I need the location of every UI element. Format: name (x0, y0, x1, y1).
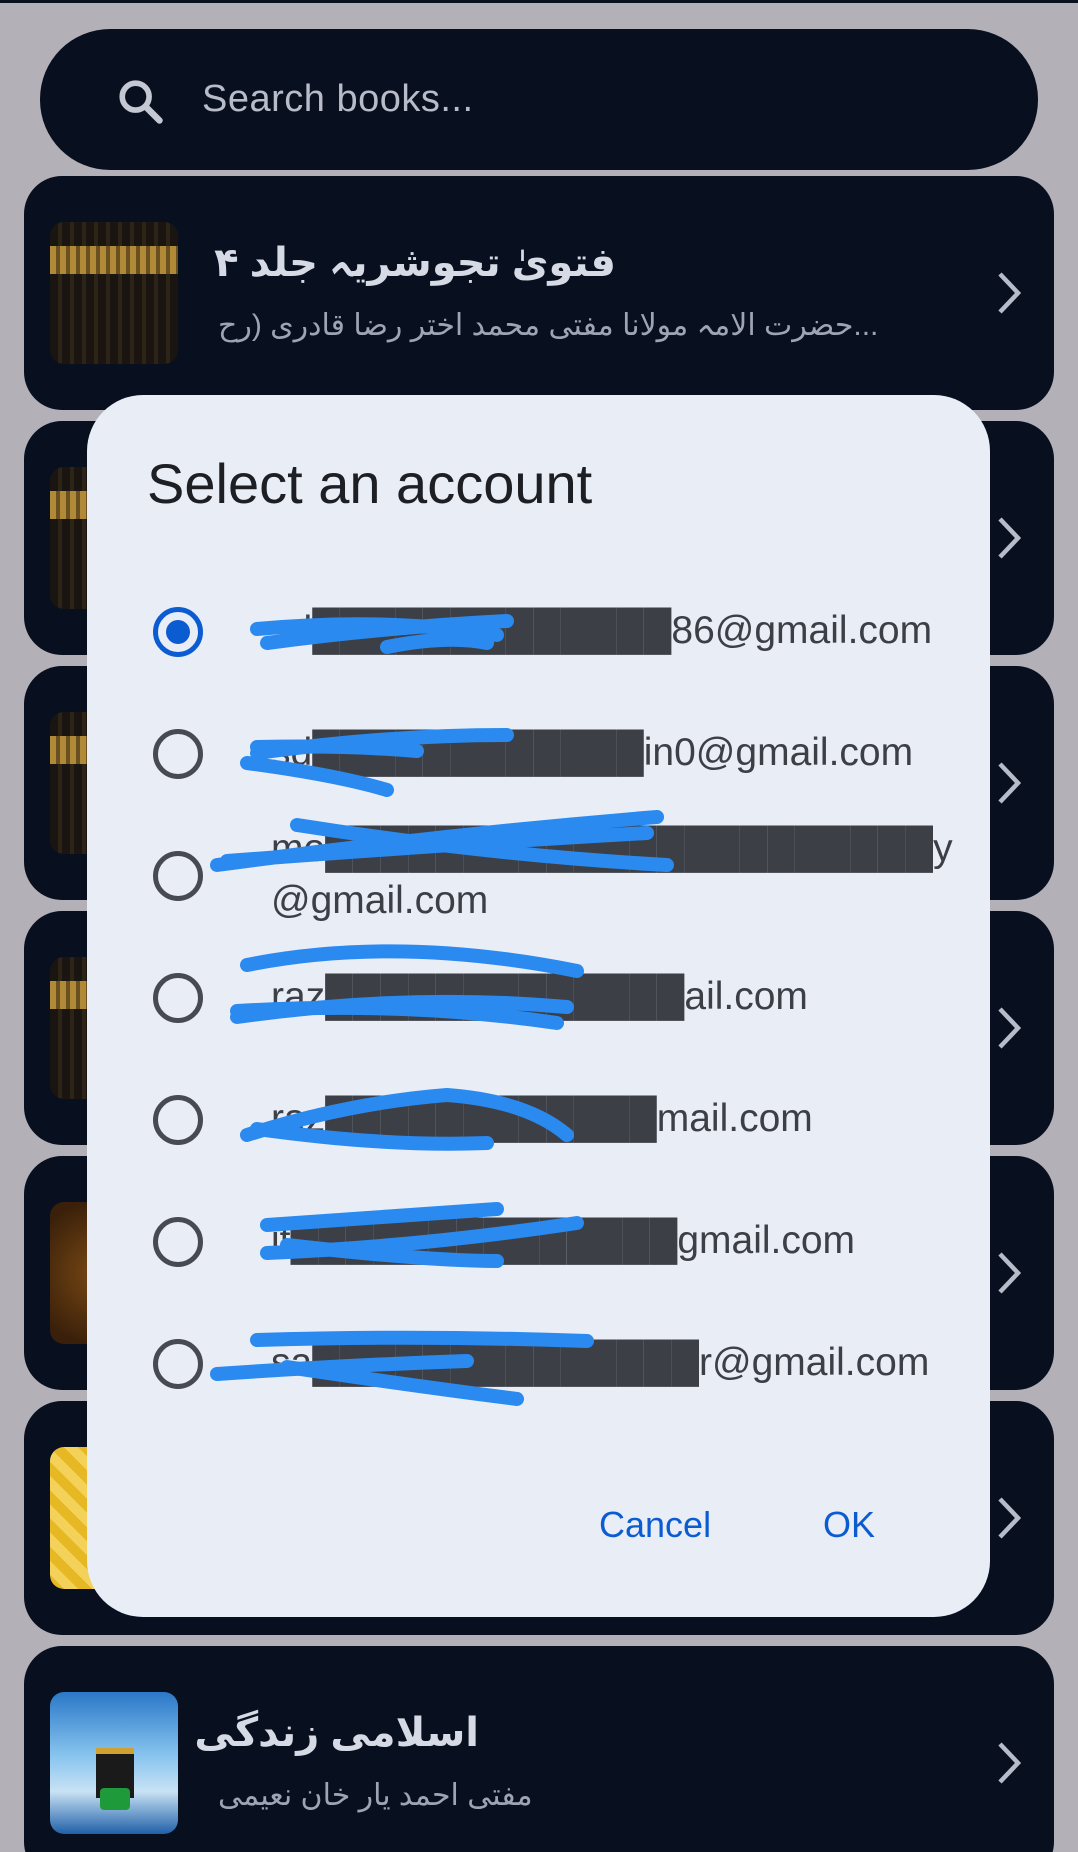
account-email: raz█████████████ail.com (271, 975, 808, 1018)
chevron-right-icon (998, 1742, 1022, 1784)
book-title: فتویٰ تجوشریہ جلد ۴ (214, 241, 616, 285)
account-email: sd████████████in0@gmail.com (271, 731, 914, 774)
account-email: sa██████████████r@gmail.com (271, 1341, 930, 1384)
account-picker-dialog: Select an account sd█████████████86@gmai… (87, 395, 990, 1617)
radio-icon[interactable] (153, 729, 203, 779)
search-icon (119, 80, 163, 124)
chevron-right-icon (998, 1252, 1022, 1294)
chevron-right-icon (998, 517, 1022, 559)
radio-icon[interactable] (153, 973, 203, 1023)
account-email: it██████████████gmail.com (271, 1219, 856, 1262)
account-option[interactable]: sd████████████in0@gmail.com (87, 697, 990, 807)
dialog-title: Select an account (147, 452, 593, 515)
book-card[interactable]: اسلامی زندگی مفتی احمد یار خان نعیمی (24, 1646, 1054, 1852)
account-email: mo██████████████████████y@gmail.com (271, 827, 953, 922)
account-option[interactable]: raz████████████mail.com (87, 1063, 990, 1173)
search-input[interactable]: Search books... (202, 29, 474, 170)
radio-icon[interactable] (153, 1217, 203, 1267)
chevron-right-icon (998, 762, 1022, 804)
book-card[interactable]: فتویٰ تجوشریہ جلد ۴ ...حضرت الامہ مولانا… (24, 176, 1054, 410)
chevron-right-icon (998, 1007, 1022, 1049)
radio-icon[interactable] (153, 1095, 203, 1145)
account-option[interactable]: raz█████████████ail.com (87, 941, 990, 1051)
chevron-right-icon (998, 1497, 1022, 1539)
book-author: مفتی احمد یار خان نعیمی (218, 1779, 533, 1812)
radio-icon[interactable] (153, 851, 203, 901)
radio-selected-icon[interactable] (153, 607, 203, 657)
status-bar-line (0, 0, 1078, 3)
account-option[interactable]: sa██████████████r@gmail.com (87, 1307, 990, 1417)
search-bar[interactable]: Search books... (40, 29, 1038, 170)
book-author: ...حضرت الامہ مولانا مفتی محمد اختر رضا … (218, 309, 879, 342)
book-cover (50, 222, 178, 364)
account-option[interactable]: it██████████████gmail.com (87, 1185, 990, 1295)
account-option[interactable]: mo██████████████████████y@gmail.com (87, 819, 990, 929)
chevron-right-icon (998, 272, 1022, 314)
account-email: sd█████████████86@gmail.com (271, 609, 933, 652)
account-email: raz████████████mail.com (271, 1097, 813, 1140)
cancel-button[interactable]: Cancel (599, 1495, 711, 1555)
book-cover (50, 1692, 178, 1834)
radio-icon[interactable] (153, 1339, 203, 1389)
ok-button[interactable]: OK (823, 1495, 875, 1555)
book-title: اسلامی زندگی (194, 1711, 479, 1755)
account-option[interactable]: sd█████████████86@gmail.com (87, 575, 990, 685)
